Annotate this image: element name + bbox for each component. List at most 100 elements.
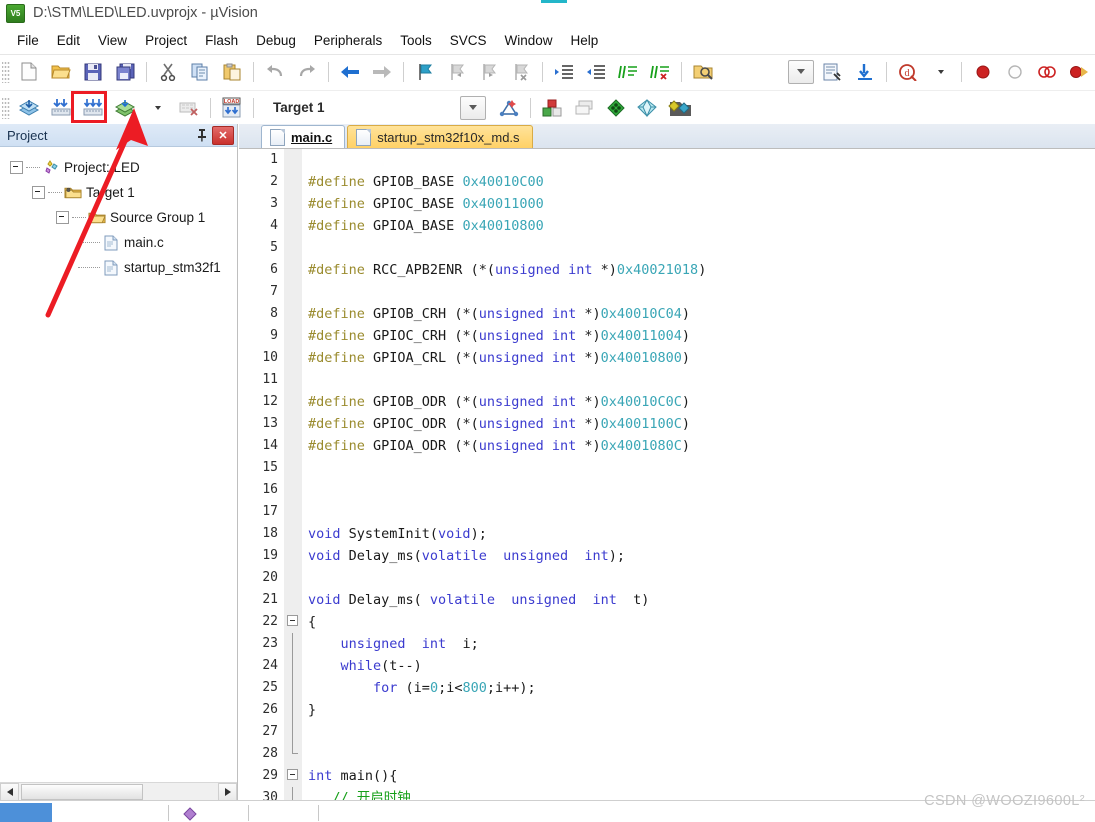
batch-build-button[interactable] <box>110 94 140 122</box>
menu-project[interactable]: Project <box>136 31 196 50</box>
code-text[interactable]: void Delay_ms( volatile unsigned int t) <box>302 589 1095 611</box>
code-text[interactable] <box>302 237 1095 259</box>
code-text[interactable] <box>302 479 1095 501</box>
save-button[interactable] <box>78 58 108 86</box>
indent-right-button[interactable] <box>549 58 579 86</box>
manage-project-items-button[interactable] <box>537 94 567 122</box>
menu-flash[interactable]: Flash <box>196 31 247 50</box>
debug-dropdown-button[interactable] <box>925 58 955 86</box>
menu-window[interactable]: Window <box>495 31 561 50</box>
uncomment-button[interactable] <box>645 58 675 86</box>
fold-column[interactable] <box>284 303 302 325</box>
code-text[interactable]: // 开启时钟 <box>302 787 1095 800</box>
navigate-back-button[interactable] <box>335 58 365 86</box>
code-text[interactable]: { <box>302 611 1095 633</box>
fold-column[interactable] <box>284 501 302 523</box>
menu-peripherals[interactable]: Peripherals <box>305 31 391 50</box>
redo-button[interactable] <box>292 58 322 86</box>
bookmark-next-button[interactable] <box>474 58 504 86</box>
comment-button[interactable] <box>613 58 643 86</box>
paste-button[interactable] <box>217 58 247 86</box>
code-text[interactable]: void SystemInit(void); <box>302 523 1095 545</box>
code-text[interactable] <box>302 149 1095 171</box>
new-file-button[interactable] <box>14 58 44 86</box>
tree-item-source-group[interactable]: Source Group 1 <box>0 205 237 230</box>
code-text[interactable]: #define GPIOA_BASE 0x40010800 <box>302 215 1095 237</box>
close-icon[interactable]: ✕ <box>212 125 234 145</box>
fold-column[interactable] <box>284 325 302 347</box>
select-software-packs-button[interactable] <box>665 94 695 122</box>
tree-item-target[interactable]: Target 1 <box>0 180 237 205</box>
menu-tools[interactable]: Tools <box>391 31 441 50</box>
rebuild-button[interactable] <box>78 94 108 122</box>
find-in-files-button[interactable] <box>688 58 718 86</box>
fold-column[interactable] <box>284 567 302 589</box>
fold-column[interactable] <box>284 413 302 435</box>
fold-column[interactable] <box>284 391 302 413</box>
scrollbar-thumb[interactable] <box>21 783 143 800</box>
bookmark-prev-button[interactable] <box>442 58 472 86</box>
code-text[interactable]: } <box>302 699 1095 721</box>
menu-help[interactable]: Help <box>562 31 608 50</box>
download-load-button[interactable]: LOAD <box>217 94 247 122</box>
undo-button[interactable] <box>260 58 290 86</box>
status-icon-a[interactable] <box>176 805 204 822</box>
code-text[interactable]: unsigned int i; <box>302 633 1095 655</box>
code-text[interactable] <box>302 369 1095 391</box>
toolbar-grip[interactable] <box>2 96 10 119</box>
code-text[interactable] <box>302 721 1095 743</box>
code-text[interactable]: for (i=0;i<800;i++); <box>302 677 1095 699</box>
fold-column[interactable] <box>284 633 302 655</box>
kill-all-breakpoints-button[interactable] <box>1064 58 1094 86</box>
fold-column[interactable] <box>284 149 302 171</box>
fold-column[interactable] <box>284 655 302 677</box>
save-all-button[interactable] <box>110 58 140 86</box>
code-text[interactable]: #define RCC_APB2ENR (*(unsigned int *)0x… <box>302 259 1095 281</box>
fold-column[interactable] <box>284 171 302 193</box>
project-horizontal-scrollbar[interactable] <box>0 782 237 801</box>
menu-file[interactable]: File <box>8 31 48 50</box>
translate-button[interactable] <box>14 94 44 122</box>
code-text[interactable] <box>302 281 1095 303</box>
fold-column[interactable] <box>284 677 302 699</box>
bookmark-clear-button[interactable] <box>506 58 536 86</box>
pack-installer-button[interactable] <box>601 94 631 122</box>
bookmark-toggle-button[interactable] <box>410 58 440 86</box>
tree-item-startup-file[interactable]: startup_stm32f1 <box>0 255 237 280</box>
menu-svcs[interactable]: SVCS <box>441 31 496 50</box>
tree-item-main-c[interactable]: main.c <box>0 230 237 255</box>
code-text[interactable] <box>302 501 1095 523</box>
open-file-button[interactable] <box>46 58 76 86</box>
disable-all-breakpoints-button[interactable] <box>1032 58 1062 86</box>
target-options-button[interactable] <box>494 94 524 122</box>
code-text[interactable] <box>302 743 1095 765</box>
fold-column[interactable] <box>284 369 302 391</box>
fold-column[interactable] <box>284 721 302 743</box>
pin-icon[interactable] <box>193 127 210 144</box>
indent-left-button[interactable] <box>581 58 611 86</box>
fold-column[interactable] <box>284 589 302 611</box>
code-text[interactable]: #define GPIOC_BASE 0x40011000 <box>302 193 1095 215</box>
fold-column[interactable] <box>284 523 302 545</box>
cut-button[interactable] <box>153 58 183 86</box>
fold-column[interactable] <box>284 699 302 721</box>
fold-column[interactable] <box>284 479 302 501</box>
code-text[interactable]: #define GPIOB_ODR (*(unsigned int *)0x40… <box>302 391 1095 413</box>
fold-column[interactable] <box>284 545 302 567</box>
insert-breakpoint-button[interactable] <box>968 58 998 86</box>
fold-column[interactable] <box>284 259 302 281</box>
fold-column[interactable] <box>284 457 302 479</box>
code-text[interactable]: int main(){ <box>302 765 1095 787</box>
fold-column[interactable] <box>284 215 302 237</box>
code-text[interactable]: #define GPIOC_ODR (*(unsigned int *)0x40… <box>302 413 1095 435</box>
code-editor[interactable]: 1 2 #define GPIOB_BASE 0x40010C00 3 #define … <box>239 149 1095 800</box>
code-text[interactable]: #define GPIOA_ODR (*(unsigned int *)0x40… <box>302 435 1095 457</box>
fold-column[interactable] <box>284 237 302 259</box>
fold-column[interactable] <box>284 435 302 457</box>
code-text[interactable] <box>302 567 1095 589</box>
fold-column[interactable] <box>284 281 302 303</box>
code-text[interactable]: void Delay_ms(volatile unsigned int); <box>302 545 1095 567</box>
expander-icon[interactable] <box>32 186 45 199</box>
scroll-left-arrow-icon[interactable] <box>0 782 19 801</box>
manage-multi-project-button[interactable] <box>569 94 599 122</box>
